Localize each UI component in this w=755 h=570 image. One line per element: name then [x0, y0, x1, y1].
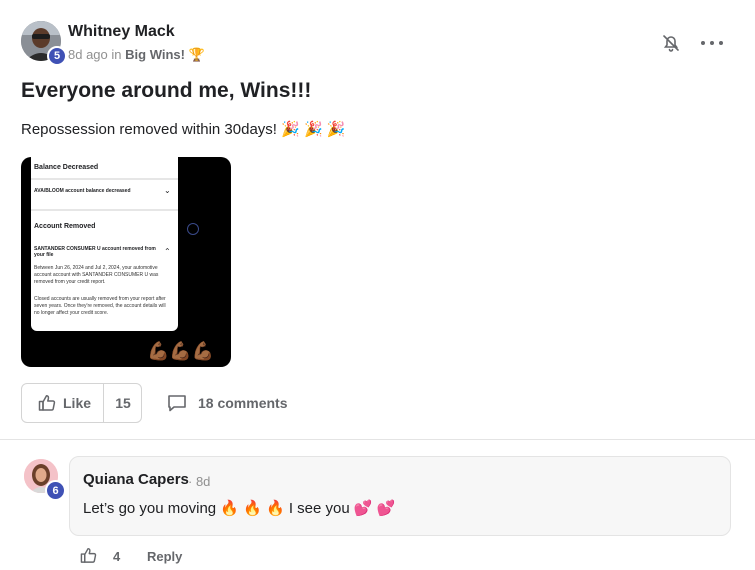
- comments-count-label: 18 comments: [198, 395, 288, 411]
- like-button[interactable]: Like: [22, 384, 103, 422]
- card-divider: [31, 209, 178, 211]
- more-options-icon[interactable]: [701, 33, 723, 53]
- post-body: Repossession removed within 30days! 🎉 🎉 …: [21, 120, 346, 138]
- like-count[interactable]: 15: [104, 384, 142, 422]
- post-time: 8d ago: [68, 47, 108, 62]
- post-author[interactable]: Whitney Mack: [68, 23, 175, 41]
- trophy-icon: 🏆: [188, 47, 205, 62]
- comment-author[interactable]: Quiana Capers: [83, 471, 189, 488]
- reply-button[interactable]: Reply: [147, 549, 182, 564]
- party-popper-emojis: 🎉 🎉 🎉: [281, 121, 346, 138]
- bell-off-icon[interactable]: [661, 33, 681, 53]
- card-section2-row: SANTANDER CONSUMER U account removed fro…: [34, 246, 156, 258]
- commenter-level-badge: 6: [45, 480, 66, 501]
- card-section1-title: Balance Decreased: [34, 164, 99, 171]
- post-in-word: in: [111, 47, 122, 62]
- section-divider: [0, 439, 755, 440]
- thumbs-up-icon: [38, 395, 56, 411]
- post-header: 5 Whitney Mack 8d ago in Big Wins! 🏆: [21, 21, 735, 66]
- chevron-down-icon: ⌄: [164, 186, 171, 195]
- post-attachment-image[interactable]: Balance Decreased AVA/BLOOM account bala…: [21, 157, 231, 367]
- comment-text: Let’s go you moving 🔥 🔥 🔥 I see you 💕 💕: [83, 500, 396, 517]
- comment-like-count: 4: [113, 549, 121, 564]
- credit-report-card: Balance Decreased AVA/BLOOM account bala…: [31, 157, 178, 331]
- flexed-biceps-emojis: 💪🏾💪🏾💪🏾: [147, 341, 215, 361]
- level-badge: 5: [47, 46, 67, 66]
- card-section2-text1: Between Jun 26, 2024 and Jul 2, 2024, yo…: [34, 265, 159, 285]
- card-section2-title: Account Removed: [34, 223, 96, 230]
- card-divider: [31, 178, 178, 180]
- post-category[interactable]: Big Wins!: [125, 47, 185, 62]
- author-avatar[interactable]: 5: [21, 21, 67, 66]
- chevron-up-icon: ⌃: [164, 247, 171, 256]
- like-label: Like: [63, 395, 92, 411]
- post-title: Everyone around me, Wins!!!: [21, 79, 312, 102]
- post-body-text: Repossession removed within 30days!: [21, 121, 277, 138]
- lock-icon: [187, 223, 199, 235]
- like-control: Like 15: [21, 383, 142, 423]
- card-section2-text2: Closed accounts are usually removed from…: [34, 296, 166, 316]
- comment-icon: [168, 395, 186, 412]
- card-section1-row: AVA/BLOOM account balance decreased: [34, 188, 131, 194]
- commenter-avatar[interactable]: 6: [24, 459, 66, 501]
- comment-like-thumbs-up-icon[interactable]: [80, 547, 97, 564]
- comment-time: · 8d: [188, 474, 211, 489]
- comment-bubble: Quiana Capers · 8d Let’s go you moving 🔥…: [69, 456, 731, 536]
- post-meta: 8d ago in Big Wins! 🏆: [68, 47, 205, 63]
